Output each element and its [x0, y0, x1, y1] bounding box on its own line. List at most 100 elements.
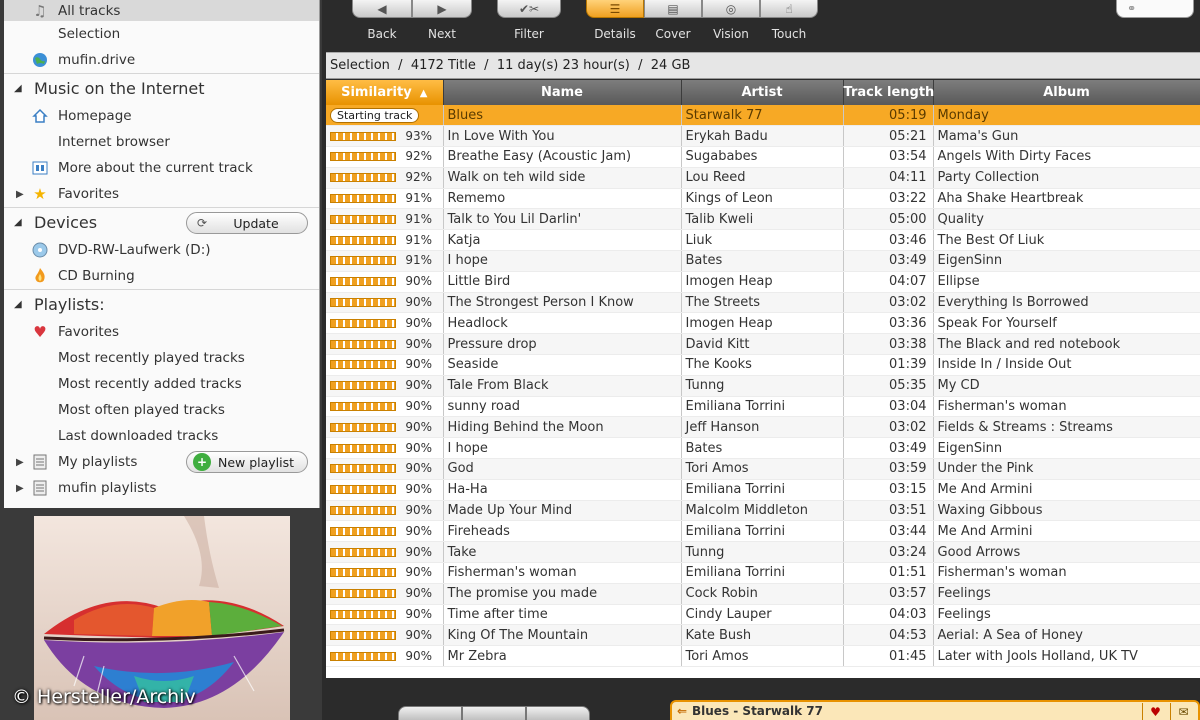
- now-playing-bar[interactable]: ⇐ Blues - Starwalk 77 ♥ ✉: [670, 700, 1200, 720]
- table-row[interactable]: 91% I hope Bates 03:49 EigenSinn: [326, 250, 1200, 272]
- table-row[interactable]: 90% Little Bird Imogen Heap 04:07 Ellipse: [326, 271, 1200, 293]
- col-header-similarity[interactable]: Similarity ▲: [326, 80, 444, 105]
- artist-cell: Tunng: [681, 541, 844, 564]
- artist-cell: Emiliana Torrini: [681, 479, 844, 501]
- similarity-bar: [330, 318, 396, 328]
- table-row[interactable]: 90% Seaside The Kooks 01:39 Inside In / Insi…: [326, 354, 1200, 376]
- similarity-percent: 90%: [405, 523, 432, 538]
- nav-item-homepage[interactable]: Homepage: [4, 103, 319, 129]
- email-button[interactable]: ✉: [1170, 703, 1196, 720]
- track-name-cell: Fisherman's woman: [443, 562, 682, 584]
- table-row[interactable]: 91% Rememo Kings of Leon 03:22 Aha Shake Hea…: [326, 188, 1200, 210]
- table-row[interactable]: 90% Fireheads Emiliana Torrini 03:44 Me And …: [326, 520, 1200, 543]
- track-length-cell: 03:38: [843, 333, 934, 356]
- table-row[interactable]: 90% Take Tunng 03:24 Good Arrows: [326, 541, 1200, 564]
- playlist-most-played[interactable]: Most often played tracks: [4, 397, 319, 423]
- table-row[interactable]: 90% Fisherman's woman Emiliana Torrini 01:5…: [326, 562, 1200, 584]
- playlist-recently-added[interactable]: Most recently added tracks: [4, 371, 319, 397]
- col-header-album[interactable]: Album: [933, 80, 1200, 105]
- nav-item-mufin-drive[interactable]: mufin.drive: [4, 47, 319, 73]
- table-row[interactable]: 90% Tale From Black Tunng 05:35 My CD: [326, 375, 1200, 397]
- table-row[interactable]: 90% God Tori Amos 03:59 Under the Pink: [326, 458, 1200, 480]
- search-field[interactable]: ⚭: [1116, 0, 1194, 18]
- col-header-name[interactable]: Name: [443, 80, 682, 105]
- table-row[interactable]: 90% The promise you made Cock Robin 03:57 Fe…: [326, 583, 1200, 605]
- playlist-favorites[interactable]: ♥ Favorites: [4, 319, 319, 345]
- similarity-percent: 90%: [405, 274, 432, 289]
- nav-item-internet-browser[interactable]: Internet browser: [4, 129, 319, 155]
- info-separator: /: [475, 58, 497, 73]
- player-button-next[interactable]: [526, 706, 590, 720]
- track-length-cell: 04:53: [843, 624, 934, 647]
- table-row[interactable]: 90% Mr Zebra Tori Amos 01:45 Later with Jool…: [326, 645, 1200, 668]
- playlist-mufin-playlists[interactable]: ▶ mufin playlists: [4, 475, 319, 501]
- nav-item-selection[interactable]: Selection: [4, 21, 319, 47]
- playlist-recently-played[interactable]: Most recently played tracks: [4, 345, 319, 371]
- update-button[interactable]: ⟳ Update: [186, 212, 308, 234]
- touch-view-button[interactable]: ☝: [760, 0, 818, 18]
- table-row[interactable]: 90% Pressure drop David Kitt 03:38 The Black…: [326, 333, 1200, 356]
- similarity-bar: [330, 610, 396, 620]
- nav-item-label: Selection: [58, 26, 121, 42]
- similarity-cell: 90%: [326, 396, 444, 418]
- table-row[interactable]: 90% sunny road Emiliana Torrini 03:04 Fisher…: [326, 396, 1200, 418]
- new-playlist-button[interactable]: + New playlist: [186, 451, 308, 473]
- album-cell: Me And Armini: [933, 520, 1200, 543]
- similarity-percent: 90%: [405, 419, 432, 434]
- table-row[interactable]: 90% Ha-Ha Emiliana Torrini 03:15 Me And Armi…: [326, 479, 1200, 501]
- similarity-bar: [330, 568, 396, 578]
- track-length-cell: 05:21: [843, 125, 934, 148]
- playlist-last-downloaded[interactable]: Last downloaded tracks: [4, 423, 319, 449]
- nav-item-all-tracks[interactable]: ♫ All tracks: [4, 0, 319, 21]
- nav-item-favorites[interactable]: ▶ ★ Favorites: [4, 181, 319, 207]
- nav-item-cd-burning[interactable]: CD Burning: [4, 263, 319, 289]
- album-cell: Mama's Gun: [933, 125, 1200, 148]
- expand-arrow-icon[interactable]: ▶: [16, 457, 24, 468]
- similarity-cell: 90%: [326, 312, 444, 335]
- similarity-bar: [330, 464, 396, 474]
- next-button[interactable]: ▶: [412, 0, 472, 18]
- table-row[interactable]: 90% The Strongest Person I Know The Street…: [326, 292, 1200, 314]
- table-row[interactable]: 90% Made Up Your Mind Malcolm Middleton 03:…: [326, 500, 1200, 522]
- similarity-percent: 93%: [405, 128, 432, 143]
- similarity-cell: 93%: [326, 125, 444, 148]
- table-row[interactable]: Starting track Blues Starwalk 77 05:19 Monda…: [326, 105, 1200, 127]
- col-header-track-length[interactable]: Track length: [843, 80, 934, 105]
- track-name-cell: sunny road: [443, 396, 682, 418]
- filter-button[interactable]: ✔✂: [497, 0, 561, 18]
- table-row[interactable]: 91% Katja Liuk 03:46 The Best Of Liuk: [326, 229, 1200, 252]
- table-row[interactable]: 93% In Love With You Erykah Badu 05:21 Mama'…: [326, 125, 1200, 148]
- nav-item-dvd-drive[interactable]: DVD-RW-Laufwerk (D:): [4, 237, 319, 263]
- artist-cell: Kate Bush: [681, 624, 844, 647]
- section-devices[interactable]: ◢ Devices ⟳ Update: [4, 207, 319, 237]
- track-length-cell: 04:03: [843, 604, 934, 626]
- similarity-bar: [330, 214, 396, 224]
- back-button[interactable]: ◀: [352, 0, 412, 18]
- nav-item-more-about-track[interactable]: More about the current track: [4, 155, 319, 181]
- table-row[interactable]: 90% Hiding Behind the Moon Jeff Hanson 03:0…: [326, 416, 1200, 439]
- table-row[interactable]: 90% Time after time Cindy Lauper 04:03 Feeli…: [326, 604, 1200, 626]
- vision-view-button[interactable]: ◎: [702, 0, 760, 18]
- details-view-button[interactable]: ☰: [586, 0, 644, 18]
- player-button-play[interactable]: [462, 706, 526, 720]
- cover-view-button[interactable]: ▤: [644, 0, 702, 18]
- player-button-prev[interactable]: [398, 706, 462, 720]
- track-name-cell: In Love With You: [443, 125, 682, 148]
- table-row[interactable]: 92% Breathe Easy (Acoustic Jam) Sugababes 0…: [326, 146, 1200, 168]
- album-cell: Later with Jools Holland, UK TV: [933, 645, 1200, 668]
- table-row[interactable]: 92% Walk on teh wild side Lou Reed 04:11 Par…: [326, 167, 1200, 189]
- table-row[interactable]: 90% King Of The Mountain Kate Bush 04:53 Aer…: [326, 624, 1200, 647]
- track-table-container: Similarity ▲ Name Artist Track length Alb…: [326, 80, 1200, 678]
- section-music-internet[interactable]: ◢ Music on the Internet: [4, 73, 319, 103]
- similarity-percent: 92%: [405, 170, 432, 185]
- expand-arrow-icon[interactable]: ▶: [16, 483, 24, 494]
- expand-arrow-icon[interactable]: ▶: [16, 189, 24, 200]
- table-row[interactable]: 90% I hope Bates 03:49 EigenSinn: [326, 437, 1200, 460]
- playlist-my-playlists[interactable]: ▶ My playlists + New playlist: [4, 449, 319, 475]
- col-header-artist[interactable]: Artist: [681, 80, 844, 105]
- favorite-heart-button[interactable]: ♥: [1142, 703, 1168, 720]
- table-row[interactable]: 91% Talk to You Lil Darlin' Talib Kweli 05:…: [326, 208, 1200, 231]
- track-length-cell: 01:51: [843, 562, 934, 584]
- section-playlists[interactable]: ◢ Playlists:: [4, 289, 319, 319]
- table-row[interactable]: 90% Headlock Imogen Heap 03:36 Speak For You…: [326, 312, 1200, 335]
